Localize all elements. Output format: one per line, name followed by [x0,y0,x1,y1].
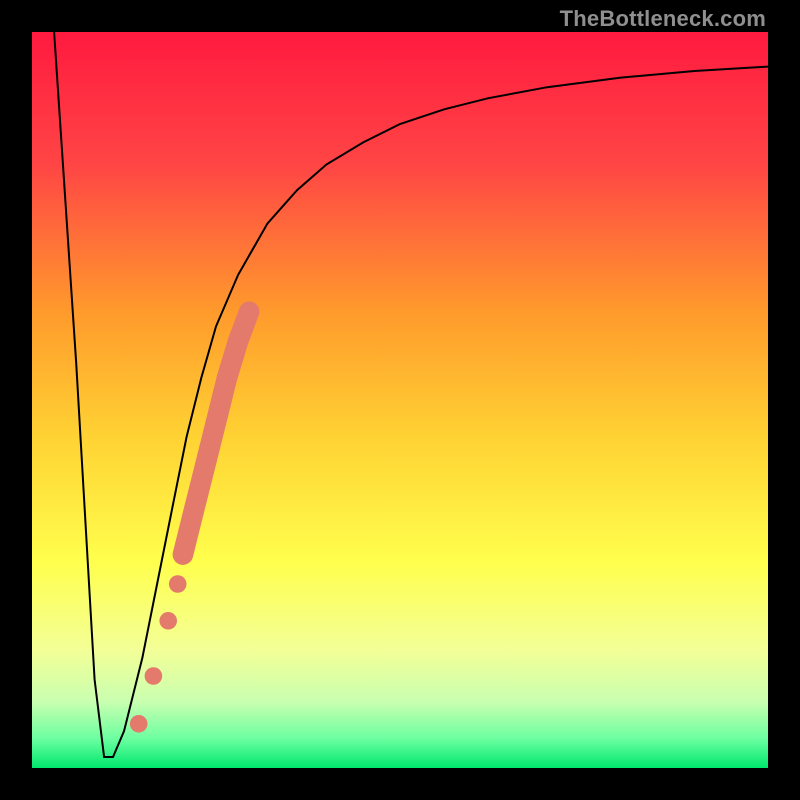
watermark-text: TheBottleneck.com [560,6,766,32]
dot-4 [169,575,187,593]
dot-3 [159,612,177,630]
dot-2 [145,667,163,685]
chart-frame [32,32,768,768]
bottleneck-chart [32,32,768,768]
dot-1 [130,715,148,733]
